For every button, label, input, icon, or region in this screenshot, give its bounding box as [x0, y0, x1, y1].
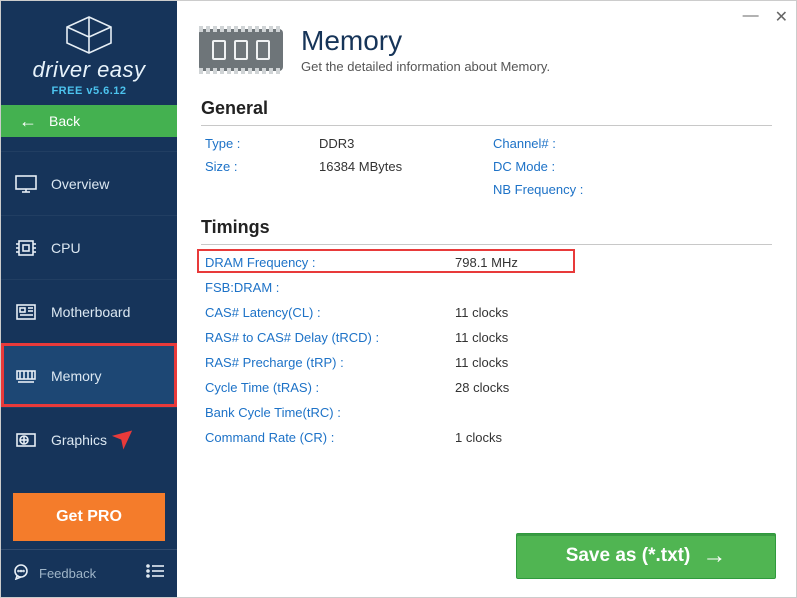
sidebar-item-label: CPU [51, 240, 81, 256]
timing-key: Bank Cycle Time(tRC) : [205, 405, 455, 420]
sidebar-item-label: Overview [51, 176, 109, 192]
motherboard-icon [15, 303, 37, 321]
monitor-icon [15, 175, 37, 193]
timing-key: Cycle Time (tRAS) : [205, 380, 455, 395]
page-header: Memory Get the detailed information abou… [177, 1, 796, 84]
timing-key: RAS# Precharge (tRP) : [205, 355, 455, 370]
general-channel-value [647, 136, 727, 151]
get-pro-button[interactable]: Get PRO [13, 493, 165, 541]
general-grid: Type : DDR3 Channel# : Size : 16384 MByt… [201, 126, 772, 203]
back-label: Back [49, 113, 80, 129]
content-pane: — ✕ Memory Get the detailed information … [177, 1, 796, 597]
timing-key: FSB:DRAM : [205, 280, 455, 295]
brand-version: FREE v5.6.12 [1, 85, 177, 97]
timing-key: DRAM Frequency : [205, 255, 455, 270]
arrow-right-icon: → [702, 542, 726, 570]
app-window: driver easy FREE v5.6.12 ← Back Overview… [0, 0, 797, 598]
info-panel: General Type : DDR3 Channel# : Size : 16… [177, 84, 796, 523]
save-as-txt-button[interactable]: Save as (*.txt) → [516, 533, 776, 579]
timing-key: Command Rate (CR) : [205, 430, 455, 445]
general-dcmode-key: DC Mode : [493, 159, 643, 174]
timing-value: 11 clocks [455, 330, 595, 345]
page-title: Memory [301, 25, 550, 57]
general-type-key: Type : [205, 136, 315, 151]
timing-value: 1 clocks [455, 430, 595, 445]
timing-value: 11 clocks [455, 305, 595, 320]
timing-value [455, 280, 595, 295]
timing-value [455, 405, 595, 420]
save-label: Save as (*.txt) [566, 545, 691, 567]
get-pro-label: Get PRO [56, 508, 122, 526]
brand-name: driver easy [1, 57, 177, 83]
chat-icon [13, 564, 31, 583]
get-pro-area: Get PRO [1, 485, 177, 549]
timing-key: CAS# Latency(CL) : [205, 305, 455, 320]
graphics-icon [15, 431, 37, 449]
timing-value: 28 clocks [455, 380, 595, 395]
general-size-key: Size : [205, 159, 315, 174]
sidebar-item-motherboard[interactable]: Motherboard [1, 279, 177, 343]
sidebar-footer: Feedback [1, 549, 177, 597]
sidebar-item-label: Memory [51, 368, 102, 384]
timing-value: 11 clocks [455, 355, 595, 370]
back-arrow-icon: ← [19, 112, 37, 130]
list-menu-icon[interactable] [145, 564, 165, 583]
sidebar-item-overview[interactable]: Overview [1, 151, 177, 215]
general-size-value: 16384 MBytes [319, 159, 489, 174]
sidebar-nav: Overview CPU Motherboard Memory [1, 151, 177, 471]
cpu-icon [15, 239, 37, 257]
sidebar-item-label: Motherboard [51, 304, 130, 320]
timing-value: 798.1 MHz [455, 255, 595, 270]
sidebar-item-memory[interactable]: Memory [1, 343, 177, 407]
general-nbfreq-value [647, 182, 727, 197]
memory-chip-icon [199, 29, 283, 71]
general-nbfreq-key: NB Frequency : [493, 182, 643, 197]
general-dcmode-value [647, 159, 727, 174]
sidebar-item-cpu[interactable]: CPU [1, 215, 177, 279]
sidebar: driver easy FREE v5.6.12 ← Back Overview… [1, 1, 177, 597]
general-channel-key: Channel# : [493, 136, 643, 151]
timings-grid: DRAM Frequency : 798.1 MHz FSB:DRAM : CA… [201, 245, 772, 449]
window-controls: — ✕ [743, 7, 788, 27]
feedback-button[interactable]: Feedback [13, 564, 96, 583]
brand-block: driver easy FREE v5.6.12 [1, 1, 177, 105]
sidebar-item-graphics[interactable]: Graphics [1, 407, 177, 471]
section-title-general: General [201, 92, 772, 126]
feedback-label: Feedback [39, 566, 96, 581]
minimize-button[interactable]: — [743, 7, 759, 27]
section-title-timings: Timings [201, 211, 772, 245]
general-type-value: DDR3 [319, 136, 489, 151]
memory-icon [15, 367, 37, 385]
page-subtitle: Get the detailed information about Memor… [301, 59, 550, 74]
brand-logo-icon [1, 15, 177, 55]
timing-key: RAS# to CAS# Delay (tRCD) : [205, 330, 455, 345]
sidebar-item-label: Graphics [51, 432, 107, 448]
back-button[interactable]: ← Back [1, 105, 177, 137]
save-bar: Save as (*.txt) → [177, 523, 796, 597]
close-button[interactable]: ✕ [775, 7, 788, 27]
